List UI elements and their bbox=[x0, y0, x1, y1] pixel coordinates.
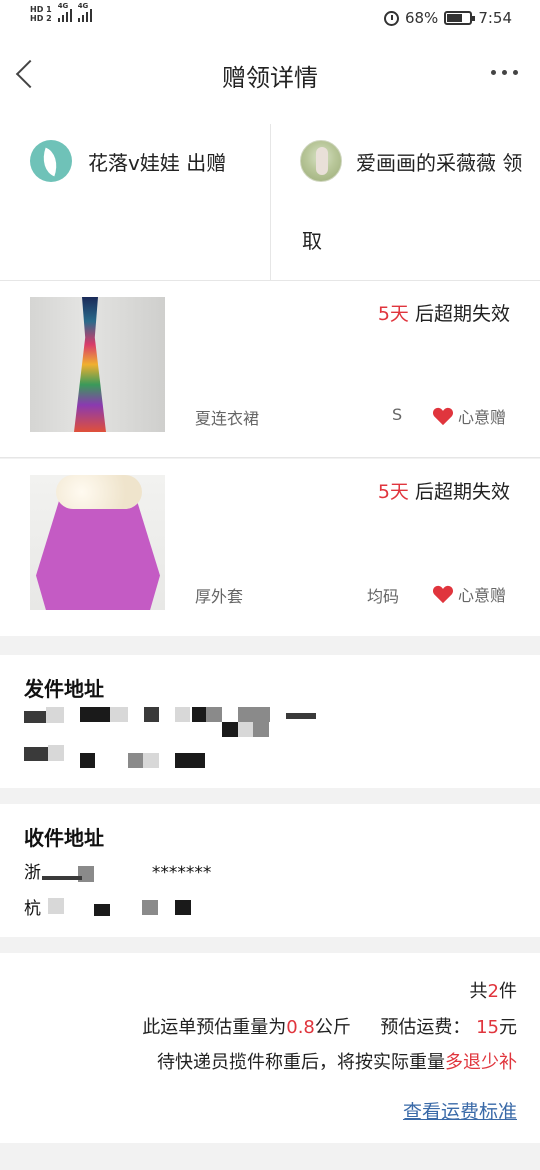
signal-2-icon: 4G bbox=[77, 2, 92, 22]
expire-text: 后超期失效 bbox=[414, 303, 510, 325]
hd2-badge: HD 2 bbox=[30, 14, 52, 23]
fee-label: 预估运费： bbox=[380, 1017, 471, 1038]
gift-type: 心意赠 bbox=[432, 404, 506, 428]
battery-fill bbox=[447, 14, 463, 22]
hd1-badge: HD 1 bbox=[30, 5, 52, 14]
expire-days: 5天 bbox=[377, 303, 409, 325]
gift-label: 心意赠 bbox=[457, 408, 506, 427]
network-1-label: 4G bbox=[57, 2, 69, 10]
item-photo[interactable] bbox=[30, 475, 165, 610]
receiver-action-1: 领 bbox=[502, 150, 523, 175]
battery-icon bbox=[444, 11, 476, 25]
send-address-section: 发件地址 bbox=[0, 655, 540, 788]
fee-standard-link[interactable]: 查看运费标准 bbox=[403, 1097, 517, 1124]
receive-address-masked: ******* bbox=[151, 863, 212, 883]
receiver-name: 爱画画的采薇薇 bbox=[356, 150, 496, 175]
expire-text: 后超期失效 bbox=[414, 481, 510, 503]
item-name: 厚外套 bbox=[195, 587, 244, 606]
receiver-action-2: 取 bbox=[302, 229, 322, 253]
heart-icon bbox=[432, 585, 454, 604]
item-size: S bbox=[392, 405, 403, 424]
receive-address-city: 杭 bbox=[24, 899, 41, 919]
note-highlight: 多退少补 bbox=[445, 1052, 517, 1073]
weight-value: 0.8 bbox=[286, 1017, 315, 1038]
mosaic-block bbox=[42, 876, 82, 880]
more-options-icon[interactable] bbox=[491, 70, 518, 75]
receive-address-title: 收件地址 bbox=[24, 826, 104, 850]
expire-notice: 5天 后超期失效 bbox=[378, 477, 510, 504]
note-prefix: 待快递员揽件称重后，将按实际重量 bbox=[157, 1052, 445, 1073]
status-right: 68% 7:54 bbox=[383, 9, 512, 27]
item-name: 夏连衣裙 bbox=[195, 409, 260, 428]
signal-1-icon: 4G bbox=[57, 2, 72, 22]
coat-fur-image bbox=[56, 475, 142, 509]
nav-bar: 赠领详情 bbox=[0, 40, 540, 110]
receive-address-section: 收件地址 浙 ******* 杭 bbox=[0, 804, 540, 937]
weight-prefix: 此运单预估重量为 bbox=[142, 1017, 287, 1038]
receiver-row: 爱画画的采薇薇 领 bbox=[300, 140, 540, 182]
fee-value: 15 bbox=[476, 1017, 499, 1038]
hd-badges: HD 1 HD 2 bbox=[30, 5, 52, 23]
count-suffix: 件 bbox=[499, 981, 517, 1002]
shipping-summary: 共2件 此运单预估重量为0.8公斤 预估运费： 15元 待快递员揽件称重后，将按… bbox=[0, 953, 540, 1143]
vertical-divider bbox=[270, 124, 271, 280]
dress-image bbox=[74, 297, 106, 432]
fee-unit: 元 bbox=[499, 1017, 517, 1038]
refund-note: 待快递员揽件称重后，将按实际重量多退少补 bbox=[157, 1048, 517, 1074]
gift-label: 心意赠 bbox=[457, 586, 506, 605]
expire-notice: 5天 后超期失效 bbox=[378, 299, 510, 326]
item-size: 均码 bbox=[367, 587, 400, 606]
signal-area: HD 1 HD 2 4G 4G bbox=[30, 2, 92, 23]
giver-name: 花落v娃娃 bbox=[88, 150, 180, 175]
item-photo[interactable] bbox=[30, 297, 165, 432]
receiver-text: 爱画画的采薇薇 领 bbox=[356, 147, 522, 176]
status-bar: HD 1 HD 2 4G 4G 68% 7:54 bbox=[0, 0, 540, 40]
weight-fee-line: 此运单预估重量为0.8公斤 预估运费： 15元 bbox=[142, 1013, 517, 1039]
coat-image bbox=[36, 495, 160, 610]
count-value: 2 bbox=[487, 981, 499, 1002]
gift-type: 心意赠 bbox=[432, 582, 506, 606]
clock: 7:54 bbox=[478, 9, 512, 27]
network-2-label: 4G bbox=[77, 2, 89, 10]
weight-unit: 公斤 bbox=[314, 1017, 351, 1038]
send-address-title: 发件地址 bbox=[24, 677, 104, 701]
parties-section: 花落v娃娃 出赠 爱画画的采薇薇 领 取 bbox=[0, 110, 540, 281]
item-count: 共2件 bbox=[470, 977, 517, 1003]
receiver-info[interactable]: 爱画画的采薇薇 领 取 bbox=[300, 140, 540, 254]
receive-address-line-2: 杭 bbox=[24, 894, 41, 919]
count-prefix: 共 bbox=[469, 981, 488, 1002]
heart-icon bbox=[432, 407, 454, 426]
page-title: 赠领详情 bbox=[222, 64, 318, 92]
expire-days: 5天 bbox=[377, 481, 409, 503]
gift-item[interactable]: 5天 后超期失效 夏连衣裙 S 心意赠 bbox=[0, 281, 540, 458]
receiver-avatar[interactable] bbox=[300, 140, 342, 182]
giver-info[interactable]: 花落v娃娃 出赠 bbox=[30, 140, 226, 182]
giver-action: 出赠 bbox=[186, 150, 227, 175]
receive-address-region: 浙 bbox=[24, 863, 41, 883]
giver-text: 花落v娃娃 出赠 bbox=[88, 147, 226, 176]
giver-avatar[interactable] bbox=[30, 140, 72, 182]
battery-percent: 68% bbox=[404, 9, 439, 27]
gift-item[interactable]: 5天 后超期失效 厚外套 均码 心意赠 bbox=[0, 459, 540, 636]
alarm-icon bbox=[383, 10, 399, 26]
